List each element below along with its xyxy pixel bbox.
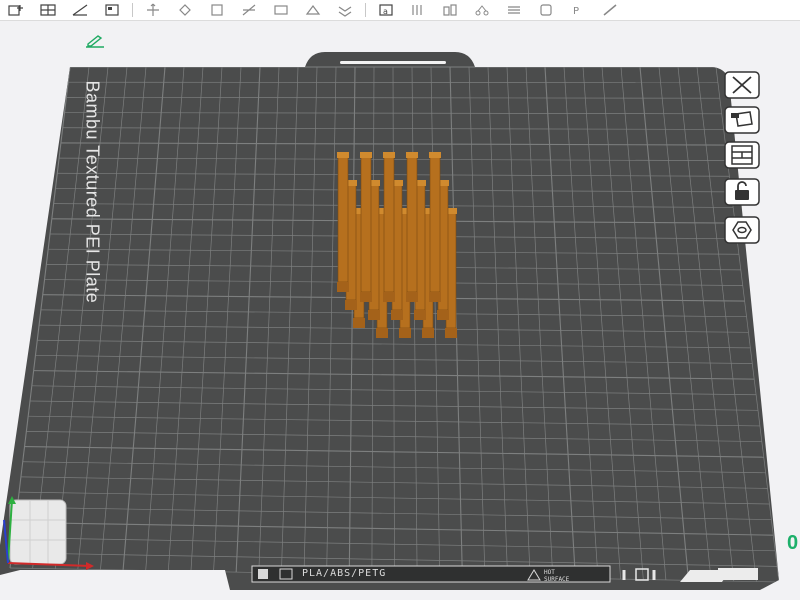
auto-arrange-button[interactable]	[724, 106, 760, 134]
model-bar-foot	[406, 292, 418, 302]
support-icon[interactable]	[302, 1, 324, 19]
auto-orient-icon[interactable]	[69, 1, 91, 19]
plate-layout-button[interactable]	[724, 141, 760, 169]
scale-icon[interactable]	[206, 1, 228, 19]
plate-qr-icon	[258, 569, 268, 579]
coordinate-readout: 0	[787, 532, 799, 554]
model-bar-top	[337, 152, 349, 158]
model-bar-foot	[414, 310, 426, 320]
brush-icon[interactable]	[599, 1, 621, 19]
model-bar-top	[383, 152, 395, 158]
model-bar[interactable]	[337, 153, 349, 283]
toolbar-divider	[365, 3, 366, 17]
model-bar-top	[429, 152, 441, 158]
model-bar-foot	[437, 310, 449, 320]
layout-icon	[724, 141, 760, 169]
assembly-icon[interactable]	[439, 1, 461, 19]
paint-icon[interactable]	[270, 1, 292, 19]
rotate-icon[interactable]	[174, 1, 196, 19]
origin-marker	[9, 499, 67, 565]
close-plate-button[interactable]	[724, 71, 760, 99]
model-bar[interactable]	[406, 153, 418, 293]
variable-layer-icon[interactable]	[535, 1, 557, 19]
model-bar-foot	[383, 292, 395, 302]
model-bar-foot	[445, 328, 457, 338]
arrange-plate-icon	[724, 106, 760, 134]
seam-icon[interactable]	[334, 1, 356, 19]
move-icon[interactable]	[142, 1, 164, 19]
model-bar-foot	[391, 310, 403, 320]
build-plate-scene[interactable]	[0, 20, 800, 600]
model-bar[interactable]	[383, 153, 395, 293]
arrange-icon[interactable]	[101, 1, 123, 19]
model-bar-top	[406, 152, 418, 158]
toolbar-divider	[132, 3, 133, 17]
model-bar-foot	[429, 292, 441, 302]
model-bar-foot	[345, 300, 357, 310]
plate-settings-button[interactable]	[724, 216, 760, 244]
plate-handle-slot	[340, 61, 446, 64]
add-object-icon[interactable]	[5, 1, 27, 19]
grid-icon[interactable]	[37, 1, 59, 19]
svg-text:a: a	[383, 7, 388, 16]
split-icon[interactable]	[471, 1, 493, 19]
filament-types-label: PLA/ABS/PETG	[302, 568, 387, 579]
model-bar-foot	[368, 310, 380, 320]
svg-text:P: P	[573, 6, 579, 17]
model-bar[interactable]	[360, 153, 372, 293]
build-plate	[0, 52, 779, 590]
close-icon	[724, 71, 760, 99]
plate-name-label: Bambu Textured PEI Plate	[82, 80, 103, 304]
lock-plate-button[interactable]	[724, 178, 760, 206]
model-bar-top	[360, 152, 372, 158]
hot-label-line2: SURFACE	[544, 576, 570, 583]
model-bar-foot	[422, 328, 434, 338]
sla-icon[interactable]: P	[567, 1, 589, 19]
measure-icon[interactable]	[407, 1, 429, 19]
model-bar[interactable]	[429, 153, 441, 293]
hot-surface-label: HOT SURFACE	[544, 569, 569, 583]
model-bar-foot	[337, 282, 349, 292]
cut-icon[interactable]	[238, 1, 260, 19]
model-bar-foot	[353, 318, 365, 328]
main-toolbar: a P	[0, 0, 800, 21]
text-icon[interactable]: a	[375, 1, 397, 19]
model-bar-foot	[376, 328, 388, 338]
bottom-right-tab-2	[718, 568, 758, 580]
hot-label-line1: HOT	[544, 569, 555, 576]
lock-icon	[724, 178, 760, 206]
settings-hex-icon	[724, 216, 760, 244]
layers-icon[interactable]	[503, 1, 525, 19]
model-bar-foot	[399, 328, 411, 338]
model-bar-foot	[360, 292, 372, 302]
